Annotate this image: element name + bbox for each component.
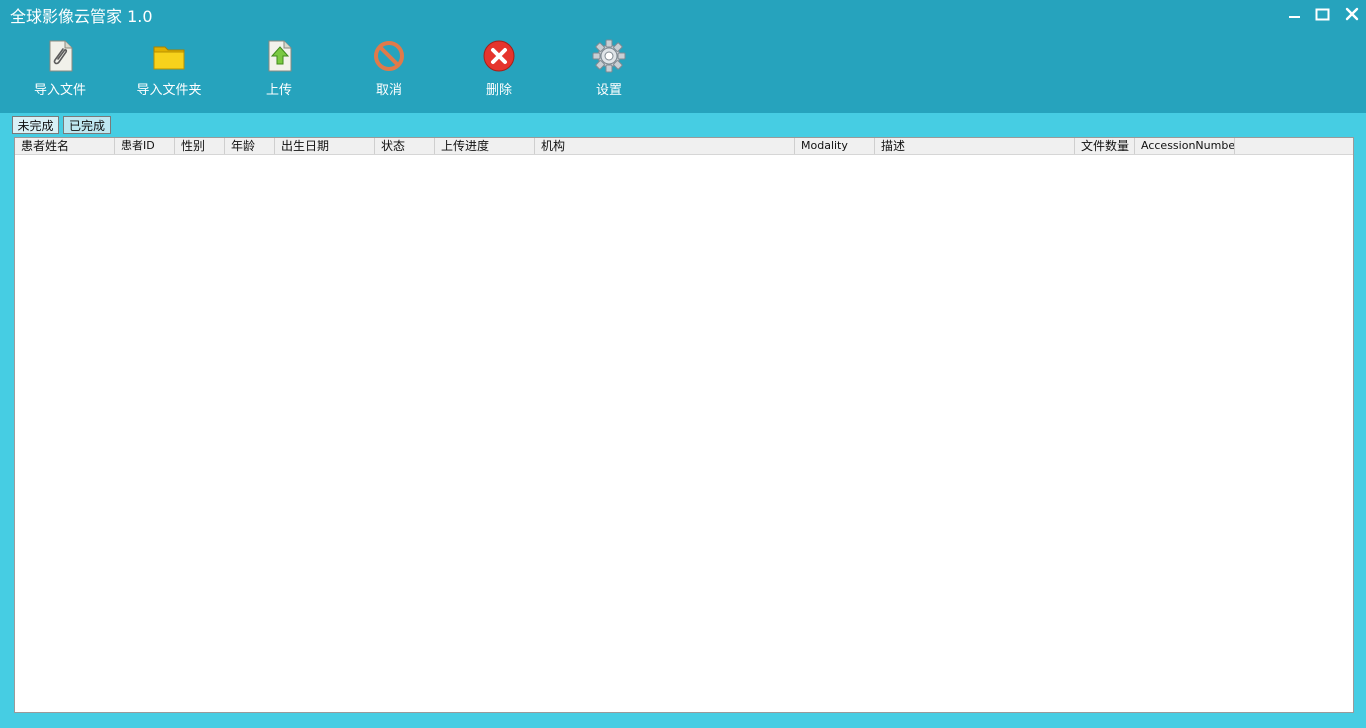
column-header-modality[interactable]: Modality <box>795 138 875 154</box>
import-file-label: 导入文件 <box>33 83 86 98</box>
gear-icon <box>592 39 626 73</box>
column-header-patient-name[interactable]: 患者姓名 <box>15 138 115 154</box>
upload-button[interactable]: 上传 <box>229 36 329 100</box>
close-button[interactable] <box>1341 5 1365 25</box>
delete-button[interactable]: 删除 <box>449 36 549 100</box>
upload-arrow-icon <box>268 40 292 72</box>
column-header-birth-date[interactable]: 出生日期 <box>275 138 375 154</box>
cancel-label: 取消 <box>375 83 402 98</box>
import-folder-button[interactable]: 导入文件夹 <box>119 36 219 100</box>
window-title: 全球影像云管家 1.0 <box>10 7 153 26</box>
settings-label: 设置 <box>595 83 622 98</box>
settings-button[interactable]: 设置 <box>559 36 659 100</box>
delete-icon <box>483 40 515 72</box>
column-header-age[interactable]: 年龄 <box>225 138 275 154</box>
upload-label: 上传 <box>265 83 292 98</box>
cancel-icon <box>374 41 404 71</box>
minimize-icon <box>1289 16 1300 18</box>
column-header-status[interactable]: 状态 <box>375 138 435 154</box>
maximize-icon <box>1315 8 1330 21</box>
maximize-button[interactable] <box>1312 5 1336 25</box>
import-file-button[interactable]: 导入文件 <box>10 36 110 100</box>
paperclip-document-icon <box>49 40 73 72</box>
cancel-button[interactable]: 取消 <box>339 36 439 100</box>
close-icon <box>1345 7 1359 21</box>
folder-icon <box>153 46 185 70</box>
title-toolbar-area: 全球影像云管家 1.0 导入文件 导入文件夹 上传 取消 删除 设置 <box>0 0 1366 113</box>
column-header-description[interactable]: 描述 <box>875 138 1075 154</box>
column-header-accession-number[interactable]: AccessionNumber <box>1135 138 1235 154</box>
import-folder-label: 导入文件夹 <box>136 83 202 98</box>
delete-label: 删除 <box>485 83 512 98</box>
column-header-file-count[interactable]: 文件数量 <box>1075 138 1135 154</box>
upload-list-table[interactable]: 患者姓名 患者ID 性别 年龄 出生日期 状态 上传进度 机构 Modality… <box>14 137 1354 713</box>
column-header-upload-progress[interactable]: 上传进度 <box>435 138 535 154</box>
tab-pending[interactable]: 未完成 <box>12 116 59 134</box>
column-header-sex[interactable]: 性别 <box>175 138 225 154</box>
table-header-row: 患者姓名 患者ID 性别 年龄 出生日期 状态 上传进度 机构 Modality… <box>15 138 1353 155</box>
minimize-button[interactable] <box>1284 5 1308 25</box>
tab-completed[interactable]: 已完成 <box>63 116 111 134</box>
column-header-institution[interactable]: 机构 <box>535 138 795 154</box>
column-header-patient-id[interactable]: 患者ID <box>115 138 175 154</box>
